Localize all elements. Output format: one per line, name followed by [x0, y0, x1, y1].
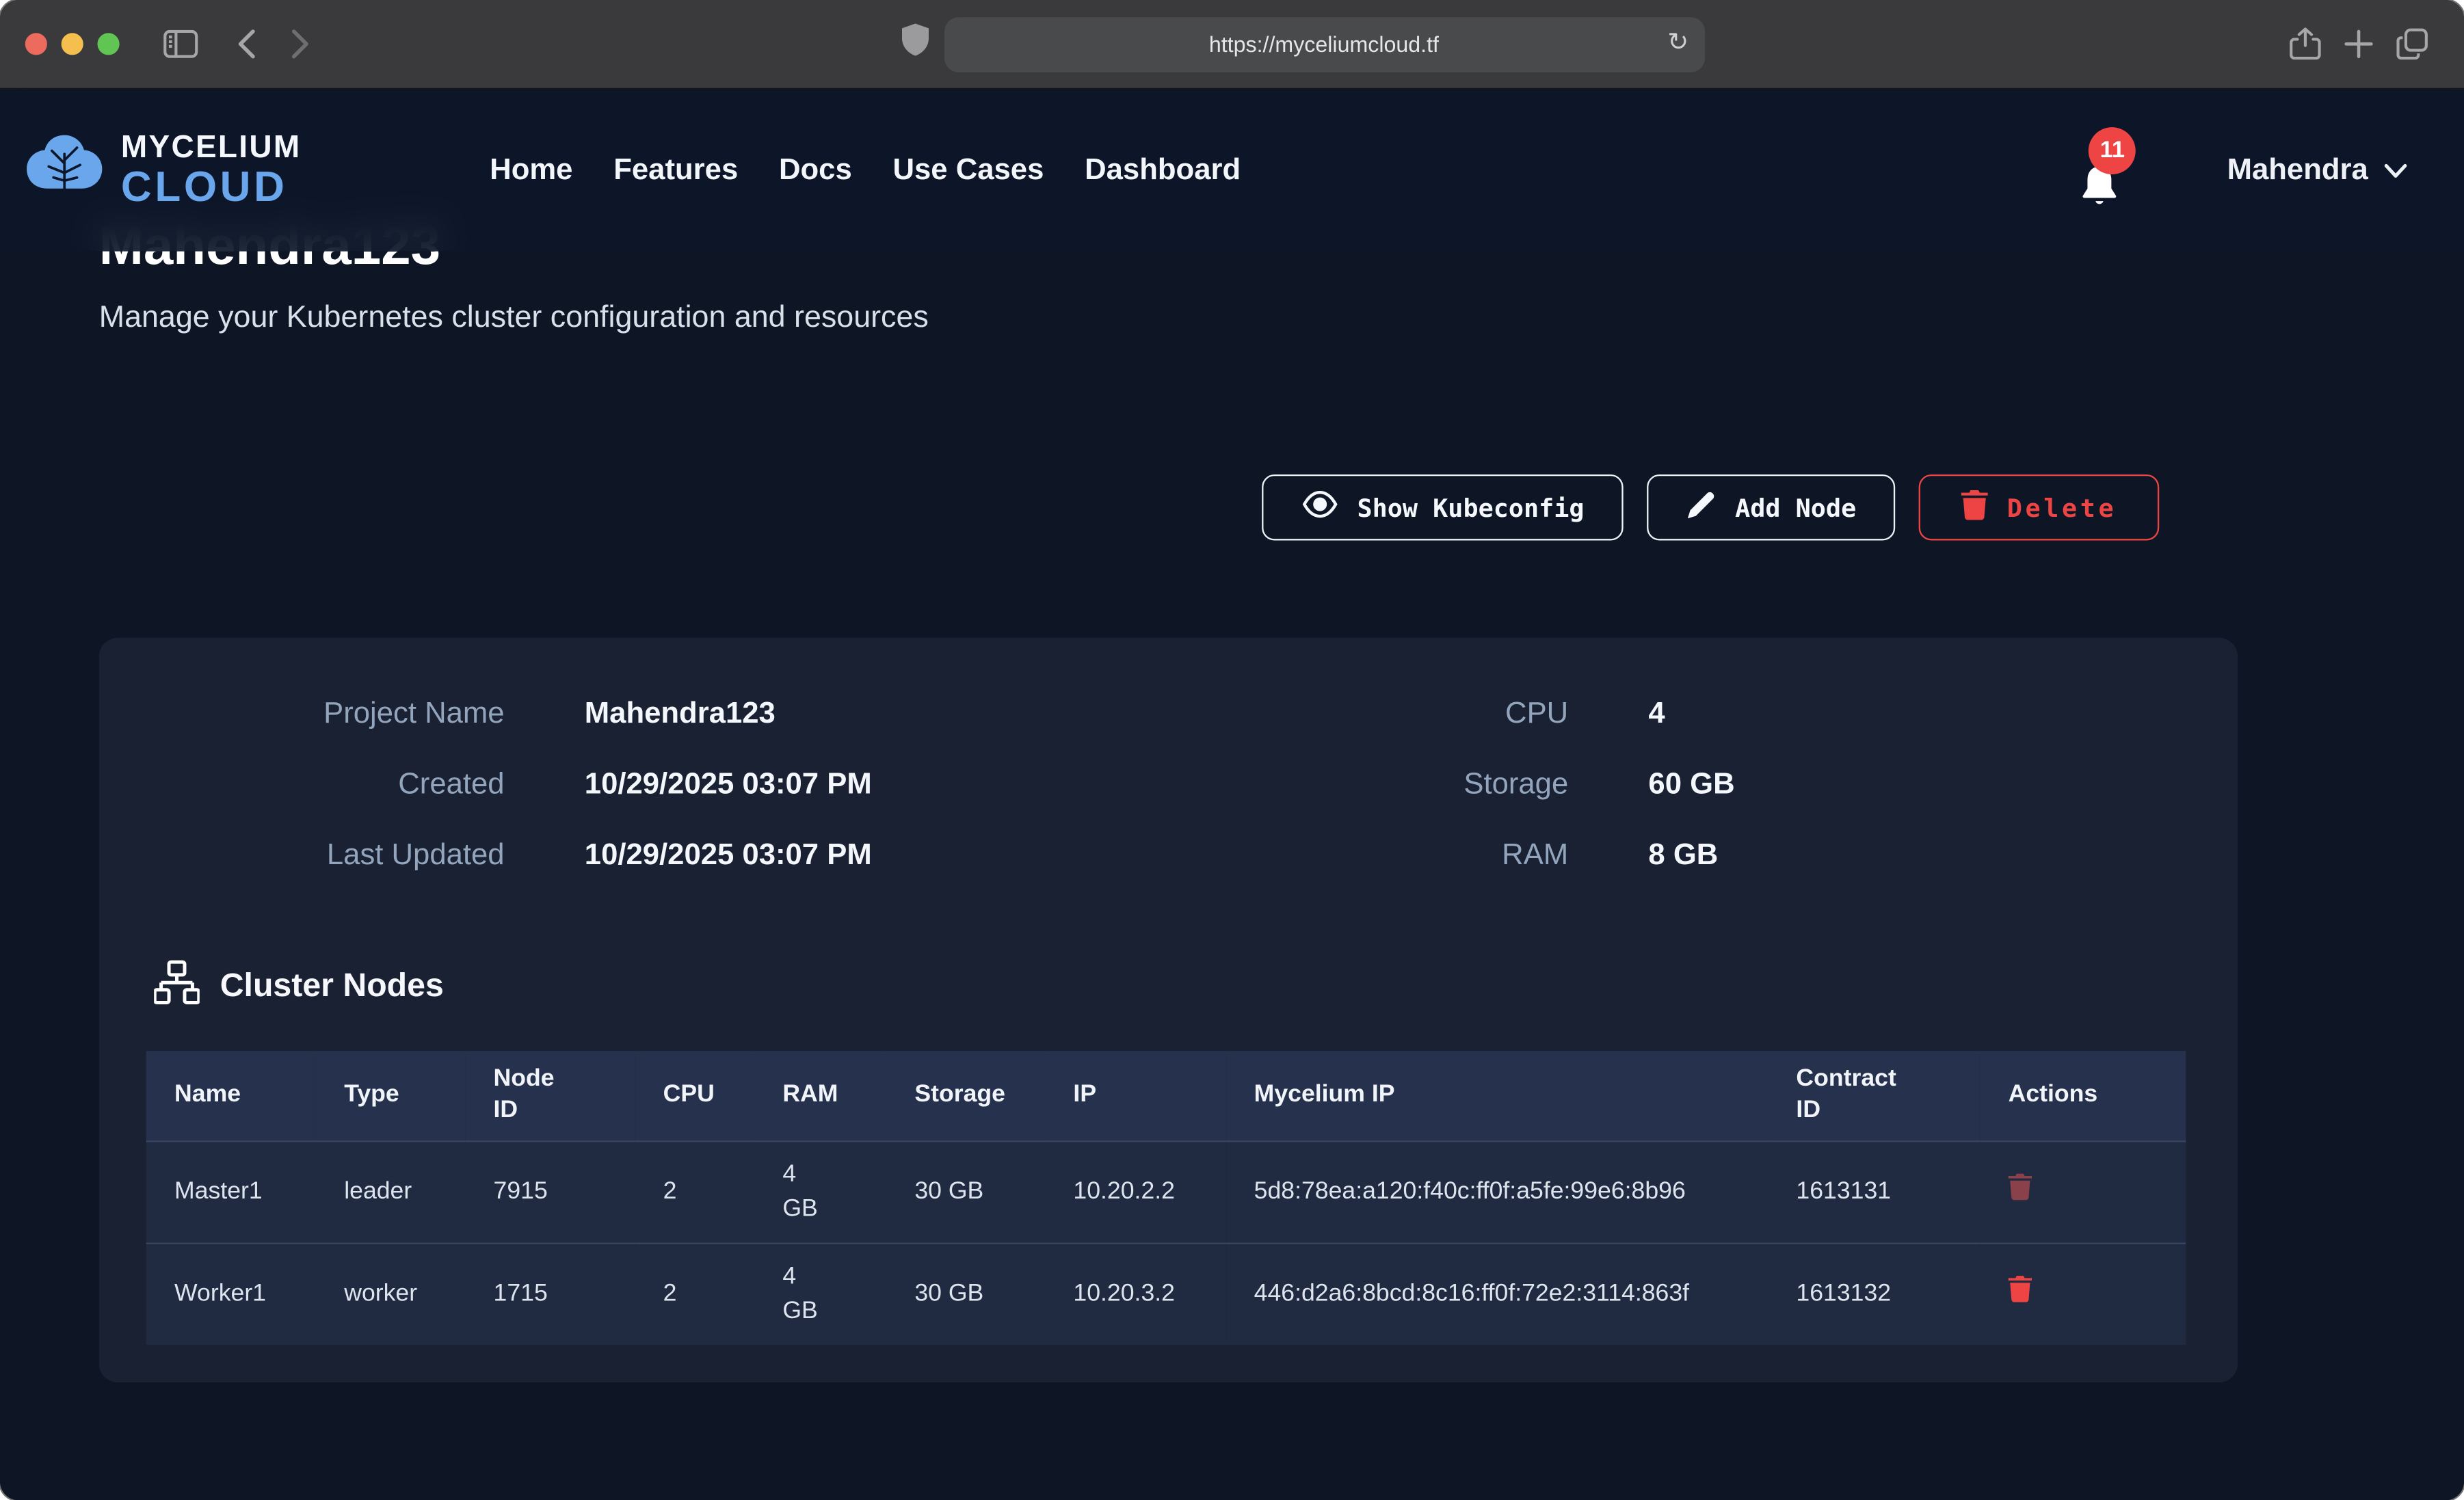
created-label: Created: [162, 749, 505, 820]
last-updated-value: 10/29/2025 03:07 PM: [505, 820, 1087, 890]
cell-ram: 4 GB: [754, 1140, 886, 1242]
delete-label: Delete: [2007, 492, 2117, 522]
add-node-button[interactable]: Add Node: [1647, 474, 1895, 541]
show-kubeconfig-label: Show Kubeconfig: [1357, 492, 1584, 522]
cell-contract-id: 1613131: [1768, 1140, 1980, 1242]
cluster-nodes-title: Cluster Nodes: [220, 967, 444, 1005]
tab-overview-icon[interactable]: [2385, 17, 2439, 70]
cell-type: leader: [316, 1140, 465, 1242]
nav-link-features[interactable]: Features: [613, 153, 738, 188]
col-name: Name: [146, 1051, 316, 1140]
network-nodes-icon: [154, 960, 200, 1013]
delete-cluster-button[interactable]: Delete: [1919, 474, 2159, 541]
show-kubeconfig-button[interactable]: Show Kubeconfig: [1261, 474, 1624, 541]
new-tab-icon[interactable]: [2332, 17, 2385, 70]
url-text: https://myceliumcloud.tf: [1209, 31, 1439, 57]
trash-icon: [1961, 490, 1988, 526]
cell-ram: 4 GB: [754, 1243, 886, 1344]
page-content: MYCELIUM CLOUD Home Features Docs Use Ca…: [0, 90, 2464, 1500]
table-header-row: Name Type Node ID CPU RAM Storage IP Myc…: [146, 1051, 2186, 1140]
ram-value: 8 GB: [1568, 820, 2175, 890]
cell-cpu: 2: [635, 1140, 754, 1242]
cell-actions: [1980, 1243, 2186, 1344]
back-icon[interactable]: [220, 17, 274, 70]
col-type: Type: [316, 1051, 465, 1140]
close-window-button[interactable]: [25, 33, 47, 55]
pencil-icon: [1686, 490, 1717, 526]
user-menu[interactable]: Mahendra: [2227, 153, 2408, 188]
minimize-window-button[interactable]: [62, 33, 83, 55]
nav-link-docs[interactable]: Docs: [779, 153, 852, 188]
cluster-detail-main: Mahendra123 Manage your Kubernetes clust…: [0, 90, 2464, 1382]
cell-type: worker: [316, 1243, 465, 1344]
notifications-button[interactable]: 11: [2076, 126, 2130, 215]
address-bar[interactable]: https://myceliumcloud.tf ↻: [944, 16, 1704, 71]
cluster-info-card: Project Name Mahendra123 CPU 4 Created 1…: [99, 638, 2238, 1382]
cell-cpu: 2: [635, 1243, 754, 1344]
browser-chrome: https://myceliumcloud.tf ↻: [0, 0, 2464, 90]
cell-actions: [1980, 1140, 2186, 1242]
cell-storage: 30 GB: [886, 1243, 1045, 1344]
cell-contract-id: 1613132: [1768, 1243, 1980, 1344]
cpu-value: 4: [1568, 679, 2175, 749]
cell-name: Master1: [146, 1140, 316, 1242]
cell-storage: 30 GB: [886, 1140, 1045, 1242]
cpu-label: CPU: [1087, 679, 1568, 749]
refresh-icon[interactable]: ↻: [1667, 31, 1688, 57]
cell-node-id: 7915: [465, 1140, 635, 1242]
storage-label: Storage: [1087, 749, 1568, 820]
col-mycelium-ip: Mycelium IP: [1226, 1051, 1768, 1140]
cluster-nodes-table: Name Type Node ID CPU RAM Storage IP Myc…: [146, 1051, 2186, 1344]
nav-links: Home Features Docs Use Cases Dashboard: [490, 153, 1241, 188]
page-subtitle: Manage your Kubernetes cluster configura…: [99, 300, 2464, 336]
user-name: Mahendra: [2227, 153, 2368, 188]
brand-logo[interactable]: MYCELIUM CLOUD: [23, 132, 301, 209]
notification-count-badge: 11: [2089, 126, 2136, 174]
col-ip: IP: [1045, 1051, 1226, 1140]
brand-name-top: MYCELIUM: [121, 132, 301, 163]
cloud-logo-icon: [23, 132, 105, 209]
col-actions: Actions: [1980, 1051, 2186, 1140]
eye-icon: [1301, 490, 1338, 525]
storage-value: 60 GB: [1568, 749, 2175, 820]
cell-mycelium-ip: 446:d2a6:8bcd:8c16:ff0f:72e2:3114:863f: [1226, 1243, 1768, 1344]
created-value: 10/29/2025 03:07 PM: [505, 749, 1087, 820]
nav-link-dashboard[interactable]: Dashboard: [1085, 153, 1241, 188]
fullscreen-window-button[interactable]: [97, 33, 119, 55]
delete-node-button[interactable]: [2009, 1275, 2032, 1302]
site-navbar: MYCELIUM CLOUD Home Features Docs Use Ca…: [0, 90, 2464, 252]
ram-label: RAM: [1087, 820, 1568, 890]
brand-name-bottom: CLOUD: [121, 167, 301, 209]
last-updated-label: Last Updated: [162, 820, 505, 890]
delete-node-button[interactable]: [2009, 1173, 2032, 1199]
forward-icon[interactable]: [274, 17, 327, 70]
chevron-down-icon: [2384, 153, 2407, 188]
cell-mycelium-ip: 5d8:78ea:a120:f40c:ff0f:a5fe:99e6:8b96: [1226, 1140, 1768, 1242]
col-node-id: Node ID: [465, 1051, 635, 1140]
cell-node-id: 1715: [465, 1243, 635, 1344]
cluster-info-grid: Project Name Mahendra123 CPU 4 Created 1…: [99, 679, 2238, 891]
browser-window: https://myceliumcloud.tf ↻: [0, 0, 2464, 1500]
cluster-actions: Show Kubeconfig Add Node: [0, 474, 2464, 541]
window-controls: [25, 33, 120, 55]
add-node-label: Add Node: [1735, 492, 1856, 522]
project-name-label: Project Name: [162, 679, 505, 749]
cell-ip: 10.20.3.2: [1045, 1243, 1226, 1344]
col-cpu: CPU: [635, 1051, 754, 1140]
col-ram: RAM: [754, 1051, 886, 1140]
table-row: Worker1 worker 1715 2 4 GB 30 GB 10.20.3…: [146, 1243, 2186, 1344]
table-row: Master1 leader 7915 2 4 GB 30 GB 10.20.2…: [146, 1140, 2186, 1242]
nav-link-use-cases[interactable]: Use Cases: [892, 153, 1044, 188]
cluster-nodes-header: Cluster Nodes: [154, 960, 2238, 1013]
sidebar-toggle-icon[interactable]: [154, 17, 207, 70]
project-name-value: Mahendra123: [505, 679, 1087, 749]
cell-name: Worker1: [146, 1243, 316, 1344]
privacy-shield-icon[interactable]: [901, 23, 928, 64]
cell-ip: 10.20.2.2: [1045, 1140, 1226, 1242]
col-contract-id: Contract ID: [1768, 1051, 1980, 1140]
share-icon[interactable]: [2279, 17, 2332, 70]
nav-link-home[interactable]: Home: [490, 153, 572, 188]
col-storage: Storage: [886, 1051, 1045, 1140]
